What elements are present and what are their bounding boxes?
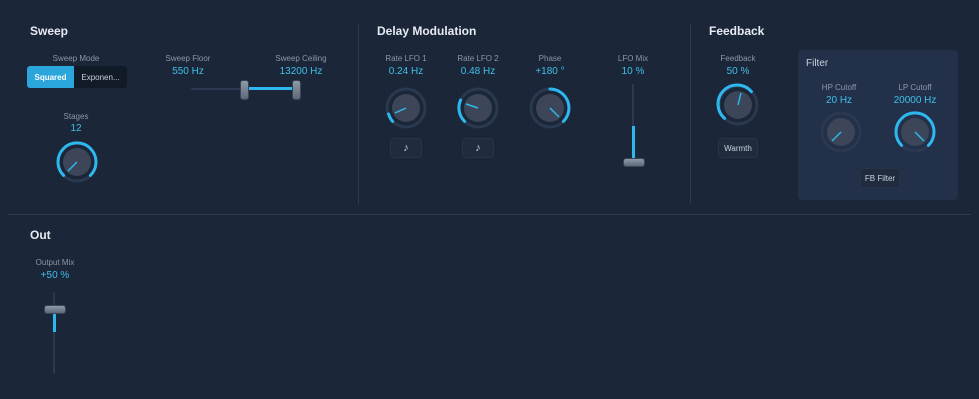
sweep-floor-value: 550 Hz: [172, 66, 204, 77]
rate-lfo1-knob[interactable]: [384, 86, 428, 130]
output-mix-label: Output Mix: [35, 258, 75, 267]
out-section-title: Out: [30, 228, 51, 242]
hp-cutoff-label: HP Cutoff: [821, 83, 857, 92]
sweep-mode-exponential-option[interactable]: Exponen...: [74, 66, 127, 88]
rate-lfo1-label: Rate LFO 1: [385, 54, 427, 63]
lfo-mix-handle[interactable]: [623, 158, 645, 167]
phase-label: Phase: [538, 54, 562, 63]
feedback-label: Feedback: [720, 54, 756, 63]
feedback-value: 50 %: [726, 66, 750, 77]
output-mix-value: +50 %: [40, 270, 70, 281]
music-note-icon: ♪: [403, 142, 409, 154]
sweep-mode-squared-option[interactable]: Squared: [27, 66, 74, 88]
fb-filter-button[interactable]: FB Filter: [860, 168, 900, 188]
sweep-mode-selector[interactable]: Squared Exponen...: [27, 66, 127, 88]
sweep-ceiling-value: 13200 Hz: [279, 66, 323, 77]
phase-knob[interactable]: [528, 86, 572, 130]
sweep-ceiling-handle[interactable]: [292, 80, 301, 100]
stages-knob[interactable]: [55, 140, 99, 184]
divider-delay-feedback: [690, 24, 691, 204]
music-note-icon: ♪: [475, 142, 481, 154]
feedback-knob[interactable]: [716, 83, 760, 127]
feedback-section-title: Feedback: [709, 24, 765, 38]
sweep-floor-label: Sweep Floor: [165, 54, 211, 63]
filter-title: Filter: [806, 58, 829, 69]
sweep-mode-label: Sweep Mode: [52, 54, 100, 63]
lp-cutoff-label: LP Cutoff: [898, 83, 932, 92]
rate-lfo2-value: 0.48 Hz: [460, 66, 496, 77]
stages-label: Stages: [63, 112, 89, 121]
plugin-panel: Sweep Sweep Mode Squared Exponen... Swee…: [8, 8, 971, 391]
divider-sweep-delay: [358, 24, 359, 204]
rate-lfo1-value: 0.24 Hz: [388, 66, 424, 77]
stages-value: 12: [70, 123, 82, 134]
delay-mod-section-title: Delay Modulation: [377, 24, 477, 38]
lp-cutoff-value: 20000 Hz: [893, 95, 937, 106]
sweep-range-fill: [244, 87, 296, 90]
lfo-mix-label: LFO Mix: [617, 54, 649, 63]
warmth-button[interactable]: Warmth: [718, 138, 758, 158]
lp-cutoff-knob[interactable]: [893, 110, 937, 154]
output-mix-handle[interactable]: [44, 305, 66, 314]
hp-cutoff-value: 20 Hz: [825, 95, 853, 106]
rate-lfo2-sync-button[interactable]: ♪: [462, 138, 494, 158]
lfo-mix-value: 10 %: [621, 66, 645, 77]
phase-value: +180 °: [535, 66, 565, 77]
rate-lfo1-sync-button[interactable]: ♪: [390, 138, 422, 158]
rate-lfo2-knob[interactable]: [456, 86, 500, 130]
sweep-section-title: Sweep: [30, 24, 69, 38]
divider-out: [8, 214, 971, 215]
sweep-floor-handle[interactable]: [240, 80, 249, 100]
hp-cutoff-knob[interactable]: [819, 110, 863, 154]
rate-lfo2-label: Rate LFO 2: [457, 54, 499, 63]
sweep-ceiling-label: Sweep Ceiling: [275, 54, 327, 63]
